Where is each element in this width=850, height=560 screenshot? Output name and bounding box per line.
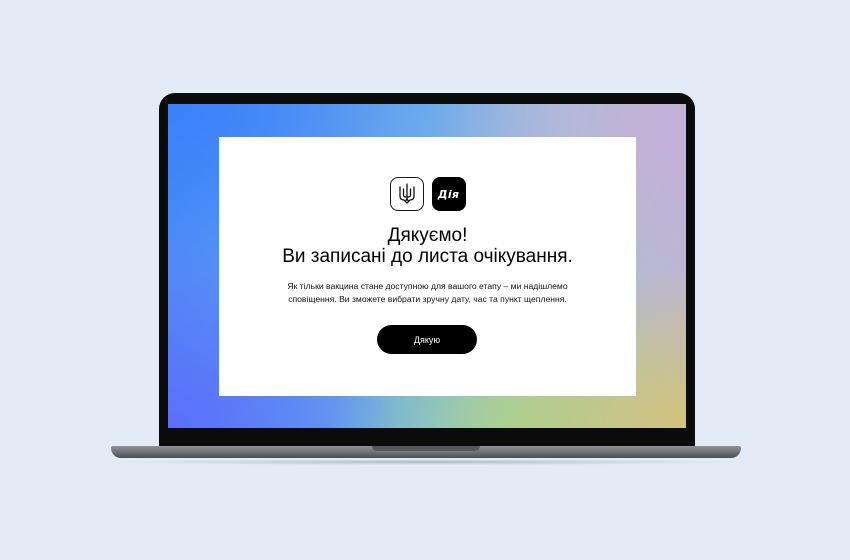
page-title: Дякуємо! Ви записані до листа очікування… <box>219 225 636 267</box>
laptop-screen: Дія Дякуємо! Ви записані до листа очікув… <box>168 104 686 428</box>
logo-row: Дія <box>219 177 636 211</box>
description-line-1: Як тільки вакцина стане доступною для ва… <box>287 281 568 291</box>
description: Як тільки вакцина стане доступною для ва… <box>219 280 636 306</box>
trident-icon <box>389 177 424 211</box>
title-line-1: Дякуємо! <box>387 225 468 246</box>
confirmation-panel: Дія Дякуємо! Ви записані до листа очікув… <box>219 137 636 396</box>
laptop-base-notch <box>372 446 480 451</box>
laptop-shadow <box>95 459 757 465</box>
diia-logo-text: Дія <box>437 187 460 201</box>
thanks-button[interactable]: Дякую <box>377 325 477 354</box>
title-line-2: Ви записані до листа очікування. <box>282 246 573 267</box>
description-line-2: сповіщення. Ви зможете вибрати зручну да… <box>288 294 567 304</box>
diia-logo: Дія <box>431 177 466 211</box>
